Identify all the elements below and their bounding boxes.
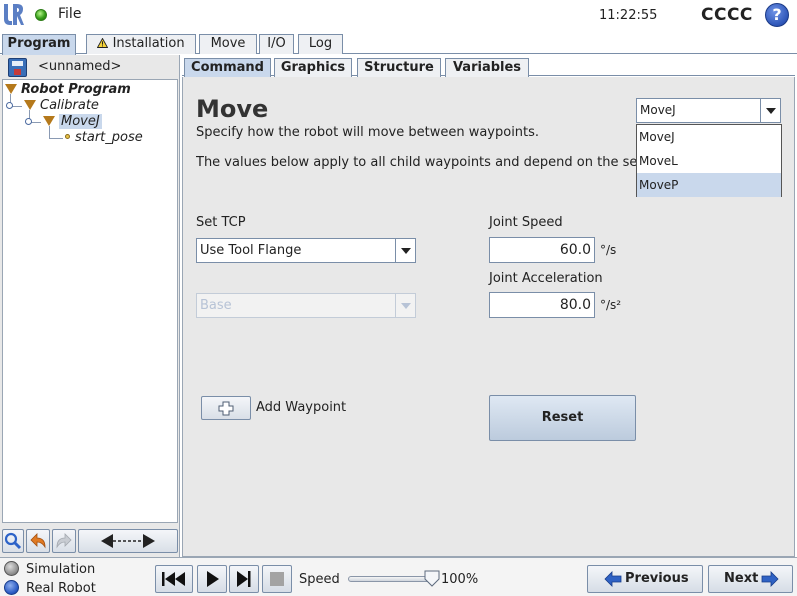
tree-item-label: Calibrate (40, 98, 99, 113)
tcp-select[interactable]: Use Tool Flange (196, 238, 416, 263)
tree-item-robot-program[interactable]: Robot Program (5, 82, 131, 97)
tab-move[interactable]: Move (199, 34, 257, 54)
rewind-button[interactable] (155, 565, 193, 593)
arrow-left-icon (604, 571, 622, 587)
arrow-right-icon (761, 571, 779, 587)
joint-accel-label: Joint Acceleration (489, 271, 603, 286)
tcp-select-value: Use Tool Flange (200, 243, 302, 258)
next-button-label: Next (724, 571, 759, 586)
option-movel[interactable]: MoveL (637, 149, 781, 173)
tab-installation-label: Installation (112, 36, 185, 51)
joint-speed-unit: °/s (600, 243, 617, 257)
move-note: The values below apply to all child wayp… (196, 155, 636, 170)
tab-program[interactable]: Program (2, 34, 76, 55)
simulation-label: Simulation (26, 562, 96, 577)
program-node-icon (5, 84, 17, 94)
search-button[interactable] (2, 529, 24, 553)
speed-label: Speed (299, 572, 340, 587)
speed-value: 100% (441, 572, 479, 587)
tree-item-label: MoveJ (59, 114, 102, 129)
chevron-down-icon (395, 239, 415, 262)
joint-speed-label: Joint Speed (489, 215, 563, 230)
plus-icon (218, 401, 234, 416)
tab-command[interactable]: Command (184, 58, 271, 77)
tab-io[interactable]: I/O (259, 34, 294, 54)
next-button[interactable]: Next (708, 565, 793, 593)
robot-name: CCCC (701, 5, 753, 25)
collapse-toggle-icon[interactable] (6, 102, 13, 109)
program-name: <unnamed> (38, 59, 122, 74)
joint-accel-input[interactable]: 80.0 (489, 292, 595, 318)
redo-button[interactable] (52, 529, 76, 553)
move-type-select[interactable]: MoveJ (636, 98, 781, 123)
waypoint-icon (65, 134, 70, 139)
save-icon[interactable] (8, 58, 27, 77)
robot-status-icon (35, 9, 47, 21)
step-button[interactable] (229, 565, 259, 593)
play-icon (207, 571, 219, 587)
header-bar (0, 0, 797, 32)
move-type-select-value: MoveJ (640, 103, 676, 117)
speed-slider[interactable] (348, 576, 436, 582)
tab-structure[interactable]: Structure (357, 58, 441, 77)
move-node-button[interactable] (78, 529, 178, 553)
tree-item-label: start_pose (75, 130, 143, 145)
drag-arrows-icon (101, 534, 155, 548)
undo-icon (30, 533, 46, 549)
joint-accel-unit: °/s² (600, 298, 622, 312)
joint-speed-input[interactable]: 60.0 (489, 237, 595, 263)
play-button[interactable] (197, 565, 227, 593)
option-movep[interactable]: MoveP (637, 173, 781, 197)
add-waypoint-label: Add Waypoint (256, 400, 347, 415)
tab-installation[interactable]: Installation (86, 34, 196, 54)
collapse-toggle-icon[interactable] (25, 118, 32, 125)
reset-button[interactable]: Reset (489, 395, 636, 441)
tab-graphics[interactable]: Graphics (274, 58, 352, 77)
stop-icon (270, 572, 284, 586)
feature-select: Base (196, 293, 416, 318)
chevron-down-icon (760, 99, 780, 122)
clock: 11:22:55 (599, 8, 658, 23)
previous-button-label: Previous (625, 571, 689, 586)
program-tree: Robot Program Calibrate MoveJ start_pose (2, 79, 178, 523)
tree-item-label: Robot Program (21, 82, 131, 97)
tree-item-calibrate[interactable]: Calibrate (24, 98, 99, 113)
redo-icon (56, 533, 72, 549)
move-description: Specify how the robot will move between … (196, 125, 540, 140)
chevron-down-icon (395, 294, 415, 317)
tree-item-movej[interactable]: MoveJ (43, 114, 102, 129)
folder-node-icon (24, 100, 36, 110)
add-waypoint-button[interactable] (201, 396, 251, 420)
file-menu[interactable]: File (58, 6, 81, 22)
tab-log[interactable]: Log (298, 34, 343, 54)
move-node-icon (43, 116, 55, 126)
skip-back-icon (162, 572, 185, 586)
move-type-dropdown-list: MoveJ MoveL MoveP (636, 124, 782, 197)
stop-button[interactable] (262, 565, 292, 593)
skip-forward-icon (237, 571, 251, 587)
ur-logo-icon (2, 2, 24, 28)
speed-slider-thumb[interactable] (424, 570, 440, 587)
search-icon (4, 532, 22, 550)
tab-variables[interactable]: Variables (445, 58, 529, 77)
feature-select-value: Base (200, 298, 232, 313)
real-robot-label: Real Robot (26, 581, 96, 596)
warning-icon (97, 36, 109, 48)
tree-item-start-pose[interactable]: start_pose (65, 130, 143, 145)
simulation-radio[interactable] (4, 561, 19, 576)
real-robot-radio[interactable] (4, 580, 19, 595)
option-movej[interactable]: MoveJ (637, 125, 781, 149)
page-title: Move (196, 95, 269, 123)
undo-button[interactable] (26, 529, 50, 553)
previous-button[interactable]: Previous (587, 565, 703, 593)
tcp-label: Set TCP (196, 215, 246, 230)
help-button[interactable]: ? (765, 3, 789, 27)
